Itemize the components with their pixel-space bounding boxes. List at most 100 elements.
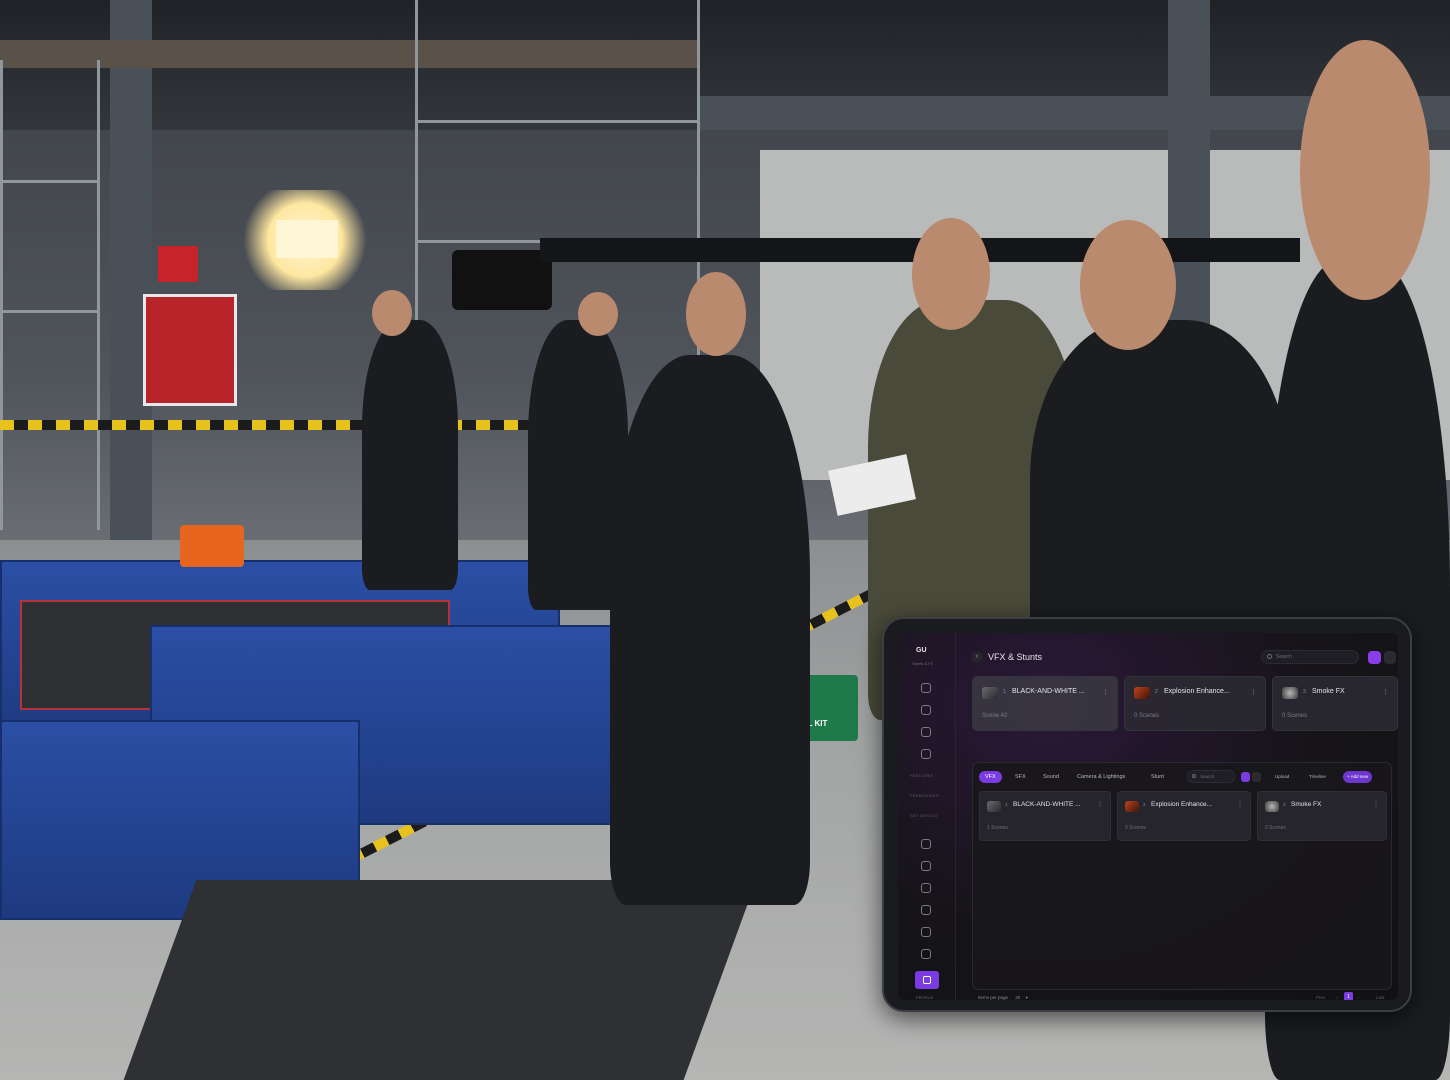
card-count: Scene 42 (982, 713, 1008, 719)
sound-icon[interactable] (921, 949, 931, 959)
prev-page-button[interactable]: Prev (1316, 995, 1325, 1000)
chevron-right-icon[interactable]: › (1358, 995, 1360, 1000)
search-icon (1192, 774, 1196, 778)
item-index: 2 (1143, 802, 1146, 807)
sidebar-group-label: FEATURES (910, 773, 934, 778)
landing-pad (123, 880, 757, 1080)
upload-button[interactable]: Upload (1271, 771, 1293, 783)
more-options-icon[interactable]: ⋮ (1102, 688, 1109, 696)
search-icon (1267, 654, 1272, 659)
search-input[interactable]: Search (1261, 650, 1359, 664)
item-index: 3 (1283, 802, 1286, 807)
page-title: VFX & Stunts (988, 652, 1043, 662)
back-button[interactable]: ‹ (972, 652, 982, 662)
category-card[interactable]: 1 BLACK-AND-WHITE ... ⋮ Scene 42 (972, 676, 1118, 731)
more-options-icon[interactable]: ⋮ (1250, 688, 1257, 696)
camera-operator-head (372, 290, 412, 336)
tab-camera-lightings[interactable]: Camera & Lightings (1077, 771, 1125, 783)
tag-icon[interactable] (921, 861, 931, 871)
scaffold-bar (0, 310, 100, 313)
effect-item[interactable]: 3 Smoke FX ⋮ 0 Scenes (1257, 791, 1387, 841)
cinema-camera (452, 250, 552, 310)
card-index: 1 (1003, 689, 1006, 695)
sidebar-group-label: FRANCHISES (910, 793, 939, 798)
vfx-icon (923, 976, 931, 984)
last-page-button[interactable]: Last (1376, 995, 1385, 1000)
category-card[interactable]: 3 Smoke FX ⋮ 0 Scenes (1272, 676, 1398, 731)
effects-panel: VFX SFX Sound Camera & Lightings Stunt S… (972, 762, 1392, 990)
panel-search-placeholder: Search (1200, 774, 1215, 779)
card-thumbnail (1282, 687, 1298, 699)
item-count: 0 Scenes (1265, 825, 1286, 831)
more-options-icon[interactable]: ⋮ (1237, 801, 1243, 808)
scenes-icon[interactable] (921, 749, 931, 759)
crew-member-headset-head (912, 218, 990, 330)
current-page[interactable]: 1 (1344, 992, 1353, 1000)
sidebar-group-label: SET DESIGN (910, 813, 938, 818)
category-card[interactable]: 2 Explosion Enhance... ⋮ 0 Scenes (1124, 676, 1266, 731)
card-count: 0 Scenes (1282, 713, 1308, 719)
sort-icon[interactable] (1252, 772, 1261, 782)
more-options-icon[interactable]: ⋮ (1382, 688, 1389, 696)
item-count: 0 Scenes (1125, 825, 1146, 831)
card-name: BLACK-AND-WHITE ... (1012, 688, 1085, 695)
scaffold-bar (415, 120, 700, 123)
panel-search-input[interactable]: Search (1187, 770, 1235, 783)
stunt-coordinator (610, 355, 810, 905)
user-icon[interactable] (921, 905, 931, 915)
more-options-icon[interactable]: ⋮ (1097, 801, 1103, 808)
sidebar: GU Stunts & FX FEATURES FRANCHISES SET D… (898, 633, 956, 1000)
team-icon[interactable] (921, 883, 931, 893)
tablet-screen: GU Stunts & FX FEATURES FRANCHISES SET D… (898, 633, 1398, 1000)
search-placeholder: Search (1276, 654, 1292, 660)
user-menu-button[interactable] (1384, 651, 1396, 664)
dashboard-icon[interactable] (921, 683, 931, 693)
notifications-button[interactable] (1368, 651, 1381, 664)
fire-extinguisher-cabinet (143, 294, 237, 406)
card-count: 0 Scenes (1134, 713, 1160, 719)
items-per-page-value: 20 (1015, 995, 1021, 1000)
item-thumbnail (1125, 801, 1139, 812)
effect-item[interactable]: 2 Explosion Enhance... ⋮ 0 Scenes (1117, 791, 1251, 841)
sidebar-item-vfx-stunts[interactable] (915, 971, 939, 989)
scaffold-bar (0, 180, 100, 183)
filter-icon[interactable] (1241, 772, 1250, 782)
item-name: Explosion Enhance... (1151, 801, 1213, 808)
tab-stunt[interactable]: Stunt (1151, 771, 1164, 783)
chevron-left-icon[interactable]: ‹ (1336, 995, 1338, 1000)
timeline-button[interactable]: Timeline (1305, 771, 1330, 783)
tab-sfx[interactable]: SFX (1015, 771, 1026, 783)
camera-icon[interactable] (921, 839, 931, 849)
item-name: BLACK-AND-WHITE ... (1013, 801, 1081, 808)
crew-member-tablet-head (1080, 220, 1176, 350)
chevron-down-icon: ▾ (1025, 995, 1028, 1000)
card-index: 2 (1155, 689, 1158, 695)
calendar-icon[interactable] (921, 705, 931, 715)
steel-column (110, 0, 152, 560)
item-thumbnail (987, 801, 1001, 812)
studio-light-panel (276, 220, 338, 258)
items-per-page-label: Items per page (978, 995, 1009, 1000)
script-icon[interactable] (921, 727, 931, 737)
effect-item[interactable]: 1 BLACK-AND-WHITE ... ⋮ 1 Scenes (979, 791, 1111, 841)
scaffold (0, 60, 100, 530)
first-aid-case (180, 525, 244, 567)
more-options-icon[interactable]: ⋮ (1373, 801, 1379, 808)
items-per-page[interactable]: Items per page 20 ▾ (978, 995, 1028, 1000)
card-name: Smoke FX (1312, 688, 1345, 695)
settings-icon[interactable] (921, 927, 931, 937)
tab-vfx[interactable]: VFX (979, 771, 1002, 783)
camera-operator (362, 320, 458, 590)
brand-subtitle: Stunts & FX (912, 661, 934, 666)
item-count: 1 Scenes (987, 825, 1008, 831)
crew-member-foreground-head (1300, 40, 1430, 300)
profile-label[interactable]: PROFILE (916, 995, 933, 1000)
hazard-tape (0, 420, 560, 430)
tab-sound[interactable]: Sound (1043, 771, 1059, 783)
card-index: 3 (1303, 689, 1306, 695)
app-logo: GU (916, 647, 927, 654)
item-index: 1 (1005, 802, 1008, 807)
item-name: Smoke FX (1291, 801, 1322, 808)
add-new-button[interactable]: + Add new (1343, 771, 1373, 783)
card-thumbnail (982, 687, 998, 699)
